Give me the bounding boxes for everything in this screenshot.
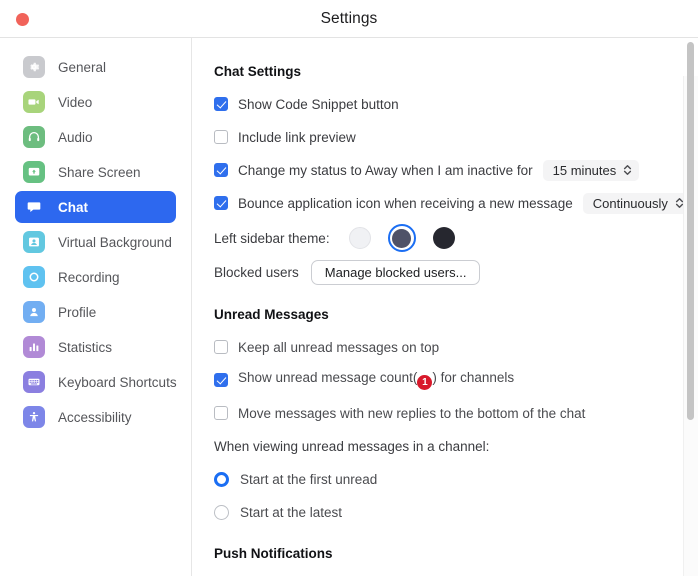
option-label: Bounce application icon when receiving a… xyxy=(238,195,573,211)
settings-window: Settings General Video Audio Share Scree… xyxy=(0,0,698,576)
sidebar-item-label: General xyxy=(58,59,107,75)
blocked-users-row: Blocked users Manage blocked users... xyxy=(214,260,698,285)
theme-swatch-dark[interactable] xyxy=(430,224,458,252)
person-icon xyxy=(23,301,45,323)
include-link-preview-checkbox[interactable] xyxy=(214,130,228,144)
option-show-unread-count[interactable]: Show unread message count(1) for channel… xyxy=(214,368,698,392)
move-replies-checkbox[interactable] xyxy=(214,406,228,420)
start-first-unread-radio[interactable] xyxy=(214,471,229,487)
sidebar-theme-row: Left sidebar theme: xyxy=(214,224,698,252)
sidebar-item-general[interactable]: General xyxy=(15,51,176,83)
settings-content: Chat Settings Show Code Snippet button I… xyxy=(192,38,698,576)
theme-swatch-light[interactable] xyxy=(346,224,374,252)
sidebar-item-audio[interactable]: Audio xyxy=(15,121,176,153)
window-body: General Video Audio Share Screen Chat Vi… xyxy=(0,38,698,576)
radio-start-latest[interactable]: Start at the latest xyxy=(214,500,698,524)
sidebar-item-label: Video xyxy=(58,94,93,110)
sidebar-item-recording[interactable]: Recording xyxy=(15,261,176,293)
sidebar-theme-label: Left sidebar theme: xyxy=(214,230,330,246)
bar-chart-icon xyxy=(23,336,45,358)
option-bounce-icon[interactable]: Bounce application icon when receiving a… xyxy=(214,191,698,215)
show-code-snippet-checkbox[interactable] xyxy=(214,97,228,111)
option-include-link-preview[interactable]: Include link preview xyxy=(214,125,698,149)
option-label: Show Code Snippet button xyxy=(238,96,399,112)
sidebar-item-chat[interactable]: Chat xyxy=(15,191,176,223)
settings-sidebar: General Video Audio Share Screen Chat Vi… xyxy=(0,38,192,576)
sidebar-item-share-screen[interactable]: Share Screen xyxy=(15,156,176,188)
sidebar-item-video[interactable]: Video xyxy=(15,86,176,118)
viewing-unread-label-row: When viewing unread messages in a channe… xyxy=(214,434,698,458)
sidebar-item-keyboard-shortcuts[interactable]: Keyboard Shortcuts xyxy=(15,366,177,398)
headphones-icon xyxy=(23,126,45,148)
start-latest-radio[interactable] xyxy=(214,504,229,520)
gear-icon xyxy=(23,56,45,78)
sidebar-item-virtual-background[interactable]: Virtual Background xyxy=(15,226,176,258)
option-label: Change my status to Away when I am inact… xyxy=(238,162,533,178)
sidebar-item-profile[interactable]: Profile xyxy=(15,296,176,328)
sidebar-item-label: Accessibility xyxy=(58,409,132,425)
option-label: Include link preview xyxy=(238,129,356,145)
chevron-updown-icon xyxy=(623,163,632,177)
video-camera-icon xyxy=(23,91,45,113)
option-label: Move messages with new replies to the bo… xyxy=(238,405,586,421)
sidebar-item-label: Chat xyxy=(58,199,88,215)
scrollbar-thumb[interactable] xyxy=(687,42,694,420)
blocked-users-label: Blocked users xyxy=(214,265,299,280)
option-label-before: Show unread message count( xyxy=(238,370,418,385)
title-bar: Settings xyxy=(0,0,698,38)
keep-unread-on-top-checkbox[interactable] xyxy=(214,340,228,354)
option-label: Start at the first unread xyxy=(240,471,378,487)
option-label: Start at the latest xyxy=(240,504,343,520)
close-button[interactable] xyxy=(16,13,29,26)
sidebar-item-label: Keyboard Shortcuts xyxy=(58,374,177,390)
virtual-background-icon xyxy=(23,231,45,253)
option-label: Keep all unread messages on top xyxy=(238,339,440,355)
theme-swatches xyxy=(346,224,458,252)
bounce-frequency-dropdown[interactable]: Continuously xyxy=(582,192,691,214)
sidebar-item-label: Recording xyxy=(58,269,120,285)
viewing-unread-label: When viewing unread messages in a channe… xyxy=(214,438,490,454)
option-move-replies[interactable]: Move messages with new replies to the bo… xyxy=(214,401,698,425)
bounce-icon-checkbox[interactable] xyxy=(214,196,228,210)
away-status-checkbox[interactable] xyxy=(214,163,228,177)
chat-bubble-icon xyxy=(23,196,45,218)
dropdown-value: Continuously xyxy=(592,195,668,211)
manage-blocked-users-button[interactable]: Manage blocked users... xyxy=(310,260,481,285)
option-keep-unread-on-top[interactable]: Keep all unread messages on top xyxy=(214,335,698,359)
radio-start-first-unread[interactable]: Start at the first unread xyxy=(214,467,698,491)
unread-count-badge: 1 xyxy=(417,375,433,390)
sidebar-item-label: Share Screen xyxy=(58,164,141,180)
window-title: Settings xyxy=(320,9,378,27)
unread-messages-heading: Unread Messages xyxy=(214,307,329,322)
away-timeout-dropdown[interactable]: 15 minutes xyxy=(542,159,640,181)
push-notifications-heading: Push Notifications xyxy=(214,546,333,561)
share-screen-icon xyxy=(23,161,45,183)
option-away-status[interactable]: Change my status to Away when I am inact… xyxy=(214,158,698,182)
keyboard-icon xyxy=(23,371,45,393)
sidebar-item-label: Audio xyxy=(58,129,93,145)
show-unread-count-checkbox[interactable] xyxy=(214,373,228,387)
accessibility-icon xyxy=(23,406,45,428)
option-show-code-snippet[interactable]: Show Code Snippet button xyxy=(214,92,698,116)
chat-settings-heading: Chat Settings xyxy=(214,64,302,79)
record-circle-icon xyxy=(23,266,45,288)
sidebar-item-label: Virtual Background xyxy=(58,234,172,250)
theme-swatch-slate[interactable] xyxy=(387,224,416,252)
sidebar-item-statistics[interactable]: Statistics xyxy=(15,331,176,363)
dropdown-value: 15 minutes xyxy=(552,162,617,178)
option-label-after: ) for channels xyxy=(432,370,515,385)
sidebar-item-label: Profile xyxy=(58,304,97,320)
sidebar-item-accessibility[interactable]: Accessibility xyxy=(15,401,176,433)
sidebar-item-label: Statistics xyxy=(58,339,113,355)
